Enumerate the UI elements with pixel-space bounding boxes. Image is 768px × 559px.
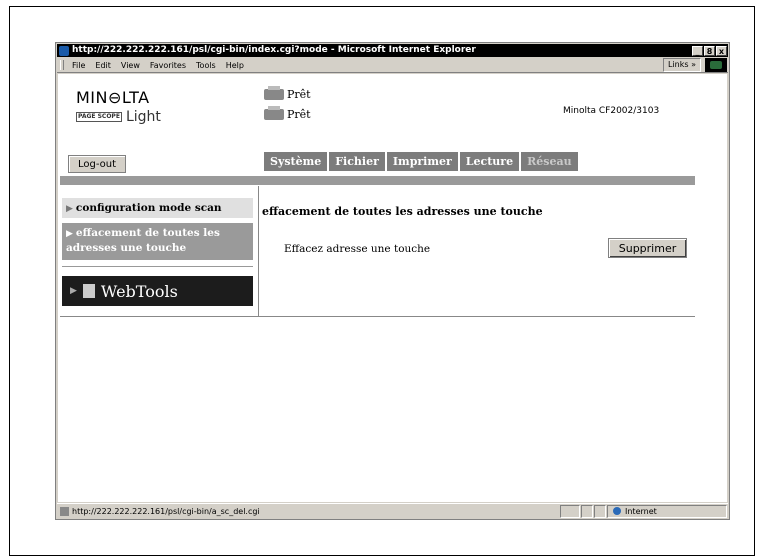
- globe-icon: [613, 507, 621, 515]
- webtools-label: WebTools: [100, 281, 178, 301]
- printer-status-text-2: Prêt: [287, 108, 311, 121]
- menu-favorites[interactable]: Favorites: [150, 61, 186, 70]
- window-title: http://222.222.222.161/psl/cgi-bin/index…: [72, 45, 476, 55]
- sidebar-item-effacement[interactable]: ▶ effacement de toutes les adresses une t…: [62, 223, 253, 260]
- security-zone: Internet: [607, 504, 727, 518]
- maximize-button[interactable]: 8: [704, 45, 715, 56]
- pagescope-badge: PAGE SCOPE: [76, 112, 122, 122]
- menu-tools[interactable]: Tools: [196, 61, 216, 70]
- menu-view[interactable]: View: [121, 61, 140, 70]
- copier-icon: [264, 106, 284, 120]
- vertical-divider: [258, 186, 259, 316]
- status-cell: [560, 504, 580, 518]
- sidebar-item-label: configuration mode scan: [75, 202, 222, 214]
- title-bar: http://222.222.222.161/psl/cgi-bin/index…: [57, 44, 728, 57]
- zone-label: Internet: [625, 506, 657, 516]
- pagescope-light-text: Light: [125, 109, 161, 125]
- ie-icon: [59, 45, 69, 56]
- sidebar-item-label-line1: effacement de toutes les: [75, 227, 220, 239]
- windows-logo-icon: [705, 58, 727, 72]
- sidebar-divider: [62, 266, 253, 267]
- pagescope-logo: PAGE SCOPE Light: [76, 109, 161, 125]
- browser-window: http://222.222.222.161/psl/cgi-bin/index…: [55, 42, 730, 520]
- status-cell: [581, 504, 593, 518]
- page-content: MIN⊖LTA PAGE SCOPE Light Prêt Prêt Minol…: [58, 74, 727, 502]
- sidebar: ▶ configuration mode scan ▶ effacement de …: [62, 198, 253, 306]
- page-heading: effacement de toutes les adresses une to…: [262, 205, 543, 218]
- menu-edit[interactable]: Edit: [95, 61, 111, 70]
- close-button[interactable]: x: [716, 45, 727, 56]
- tab-imprimer[interactable]: Imprimer: [386, 152, 458, 171]
- status-cell: [594, 504, 606, 518]
- status-bar: http://222.222.222.161/psl/cgi-bin/a_sc_…: [57, 503, 728, 518]
- minimize-button[interactable]: _: [692, 45, 703, 56]
- delete-label: Effacez adresse une touche: [284, 243, 431, 255]
- arrow-right-icon: ▶: [70, 286, 77, 296]
- page-icon: [60, 506, 69, 516]
- tab-fichier[interactable]: Fichier: [329, 152, 385, 171]
- header-divider-bar: [60, 176, 695, 185]
- logout-button[interactable]: Log-out: [68, 155, 126, 173]
- supprimer-button[interactable]: Supprimer: [608, 238, 687, 258]
- webtools-icon: [82, 284, 95, 298]
- printer-icon: [264, 86, 284, 100]
- tab-reseau[interactable]: Réseau: [521, 152, 578, 171]
- sidebar-item-config-scan[interactable]: ▶ configuration mode scan: [62, 198, 253, 218]
- links-button[interactable]: Links »: [663, 58, 701, 72]
- content-bottom-divider: [60, 316, 695, 317]
- arrow-right-icon: ▶: [66, 204, 73, 214]
- menu-help[interactable]: Help: [226, 61, 244, 70]
- menu-bar: File Edit View Favorites Tools Help Link…: [57, 58, 728, 73]
- menu-file[interactable]: File: [72, 61, 85, 70]
- toolbar-grip: [60, 60, 64, 70]
- tab-lecture[interactable]: Lecture: [459, 152, 520, 171]
- arrow-right-icon: ▶: [66, 229, 73, 239]
- status-url: http://222.222.222.161/psl/cgi-bin/a_sc_…: [72, 506, 260, 516]
- tab-systeme[interactable]: Système: [264, 152, 328, 171]
- device-model: Minolta CF2002/3103: [563, 106, 660, 116]
- minolta-logo: MIN⊖LTA: [76, 88, 150, 107]
- sidebar-item-label-line2: adresses une touche: [66, 242, 187, 254]
- main-tabs: Système Fichier Imprimer Lecture Réseau: [264, 152, 580, 171]
- printer-status-1: Prêt: [264, 86, 311, 101]
- webtools-link[interactable]: ▶ WebTools: [62, 276, 253, 306]
- printer-status-2: Prêt: [264, 106, 311, 121]
- printer-status-text-1: Prêt: [287, 88, 311, 101]
